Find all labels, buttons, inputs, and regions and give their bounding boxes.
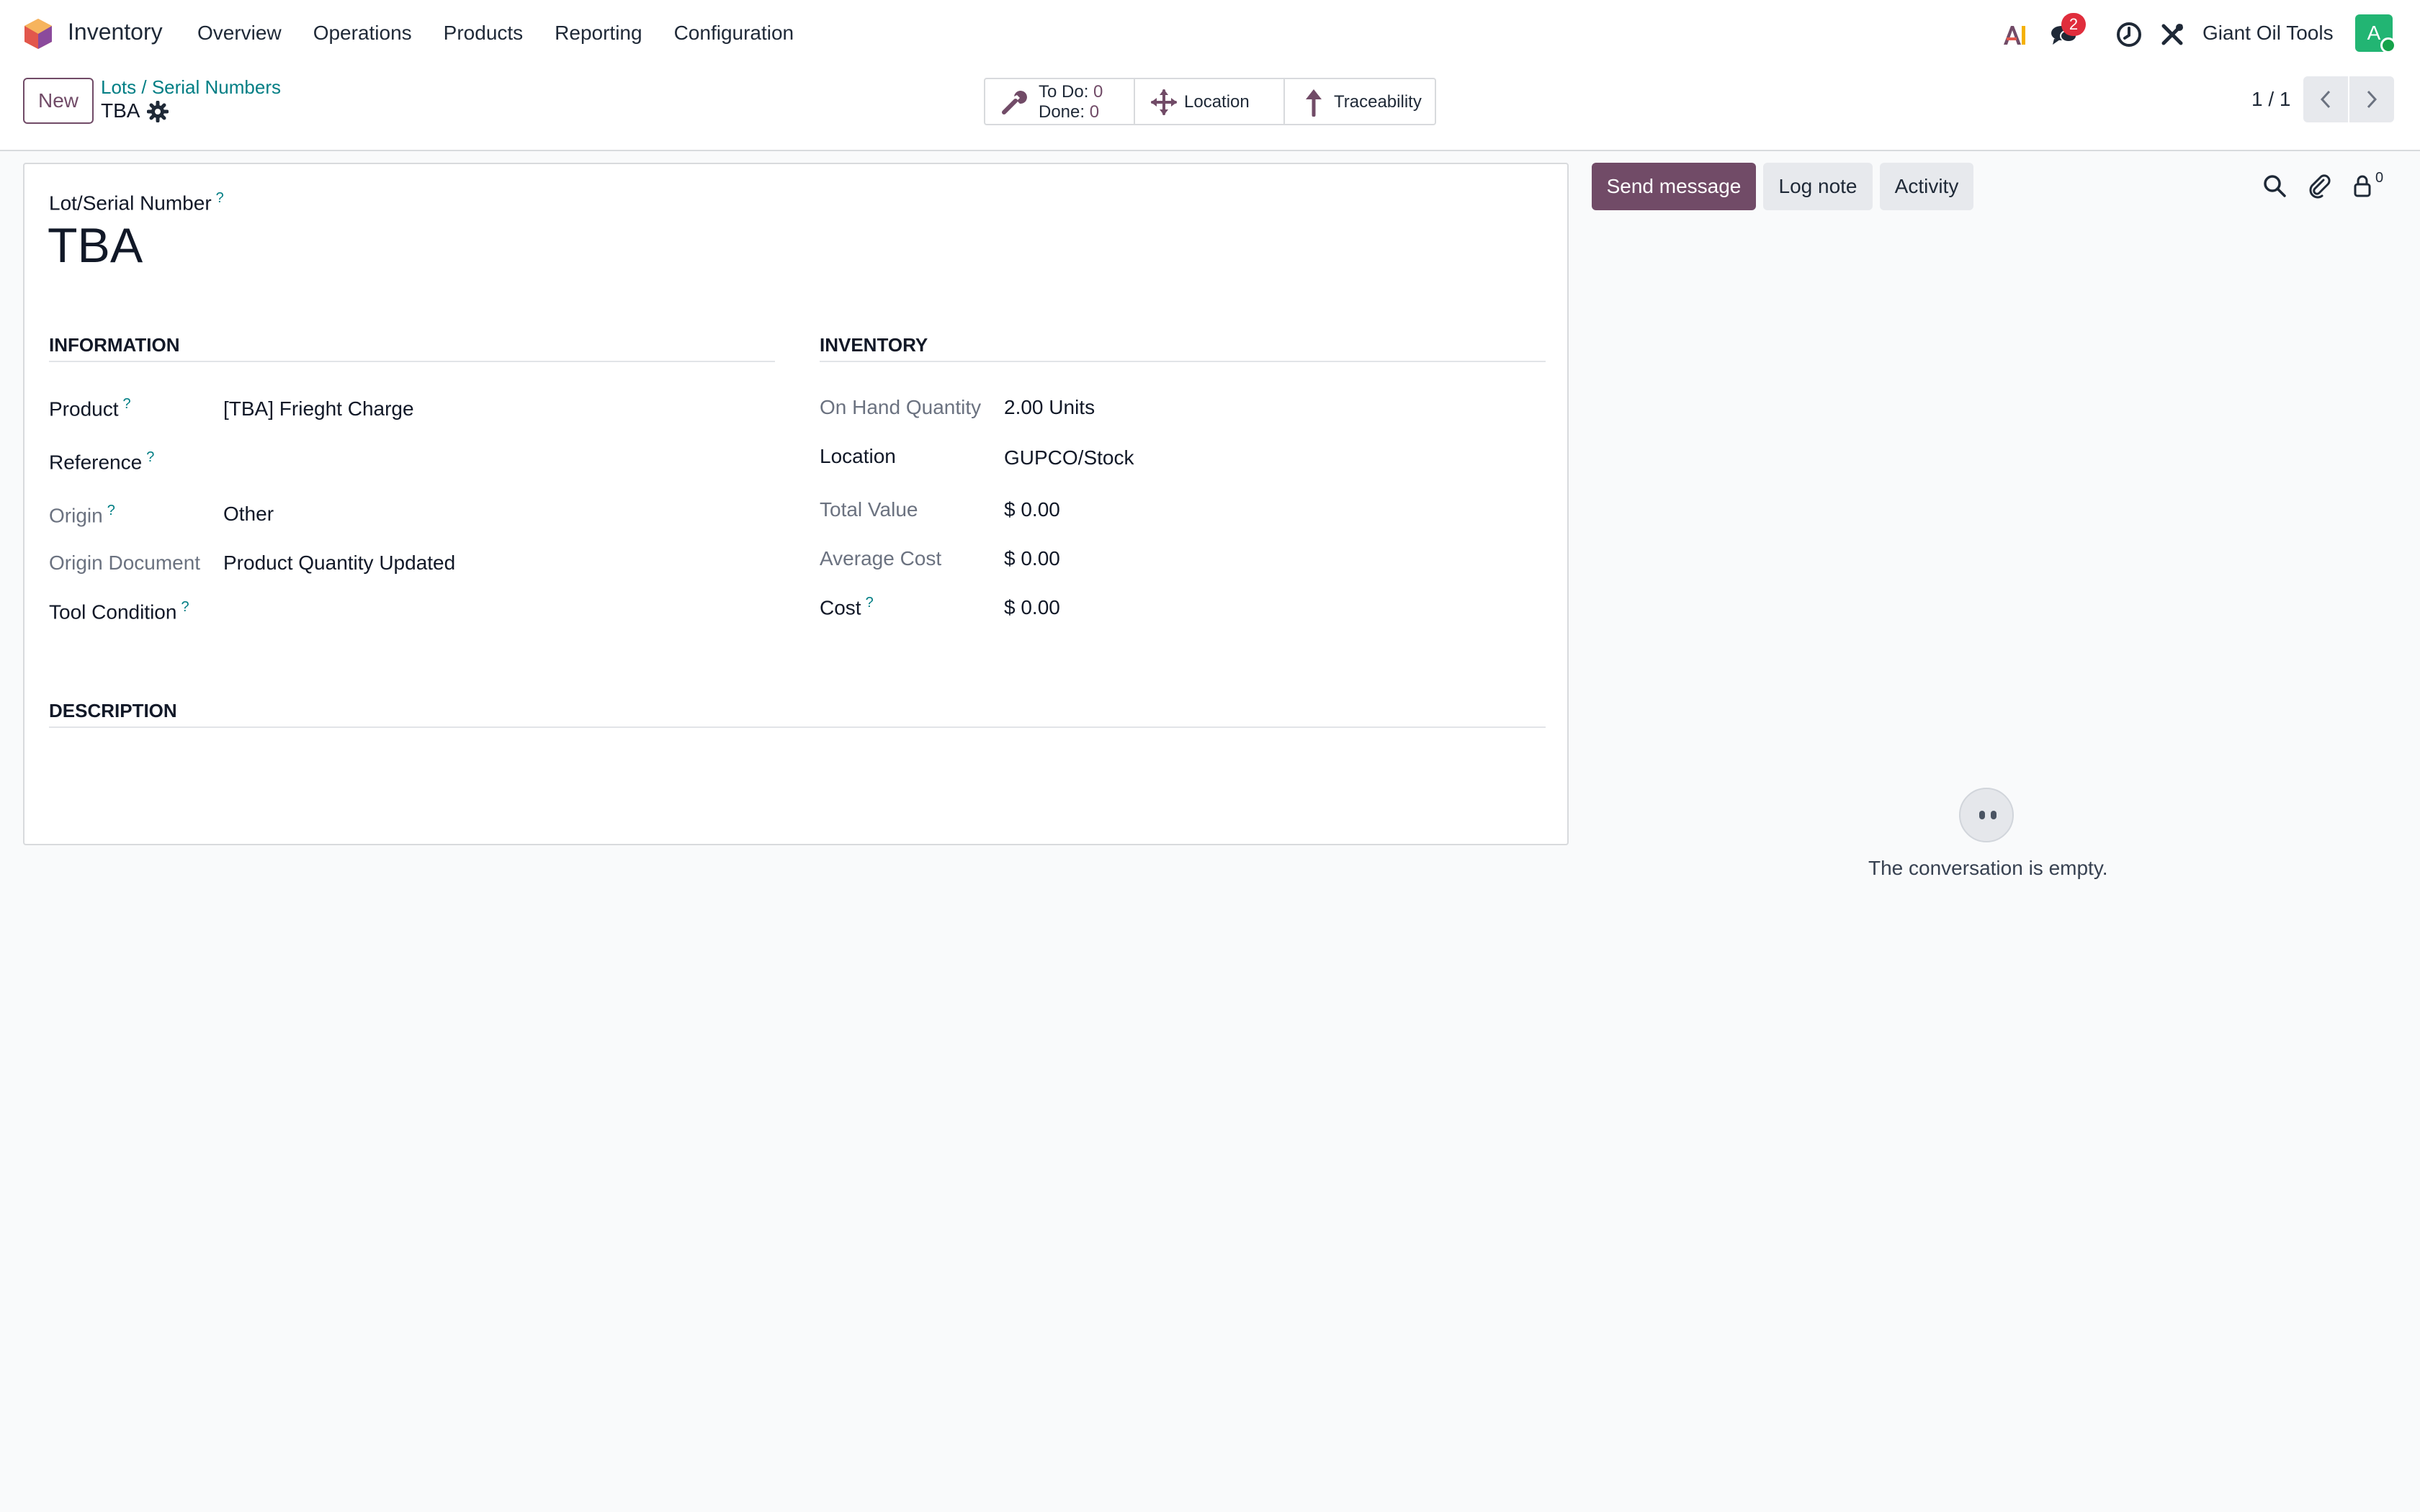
on-hand-quantity-field: 2.00 Units — [1004, 396, 1095, 418]
send-message-button[interactable]: Send message — [1592, 163, 1756, 210]
empty-conversation-icon — [1959, 788, 2014, 842]
face-eye-right — [1991, 811, 1996, 819]
ai-icon[interactable] — [2001, 20, 2030, 49]
tool-condition-label: Tool Condition? — [49, 599, 189, 624]
follower-icon[interactable] — [2349, 173, 2375, 199]
todo-label: To Do: — [1039, 82, 1089, 102]
help-tooltip[interactable]: ? — [181, 599, 189, 615]
smart-buttons: To Do: 0 Done: 0 Location Traceability — [984, 78, 1436, 125]
total-value-field: $ 0.00 — [1004, 498, 1060, 521]
information-section-title: INFORMATION — [49, 334, 775, 362]
follower-count: 0 — [2375, 170, 2384, 186]
cost-label: Cost? — [820, 595, 874, 619]
inventory-section-title: INVENTORY — [820, 334, 1546, 362]
total-value-label: Total Value — [820, 498, 918, 521]
activity-button[interactable]: Activity — [1880, 163, 1973, 210]
paperclip-icon[interactable] — [2306, 173, 2332, 199]
help-tooltip[interactable]: ? — [216, 190, 224, 206]
face-eye-left — [1979, 811, 1985, 819]
product-field[interactable]: [TBA] Frieght Charge — [223, 397, 414, 420]
todo-done-button[interactable]: To Do: 0 Done: 0 — [985, 79, 1135, 124]
menu-operations[interactable]: Operations — [313, 22, 412, 45]
lot-serial-number-label-text: Lot/Serial Number — [49, 192, 212, 215]
pager-value[interactable]: 1 / 1 — [2251, 88, 2290, 111]
breadcrumb-current-record: TBA — [101, 99, 140, 122]
arrow-up-icon — [1306, 89, 1322, 117]
chevron-left-icon — [2320, 90, 2331, 109]
average-cost-label: Average Cost — [820, 547, 942, 570]
move-arrows-icon — [1151, 89, 1177, 115]
location-label: Location — [1184, 92, 1250, 112]
lot-serial-number-label: Lot/Serial Number? — [49, 190, 224, 215]
done-label: Done: — [1039, 102, 1085, 122]
location-label: Location — [820, 445, 896, 467]
top-navbar: Inventory Overview Operations Products R… — [0, 0, 2420, 66]
todo-value: 0 — [1093, 82, 1103, 102]
search-icon[interactable] — [2262, 173, 2287, 199]
cost-label-text: Cost — [820, 596, 861, 619]
on-hand-quantity-label: On Hand Quantity — [820, 396, 982, 418]
help-tooltip[interactable]: ? — [866, 595, 874, 611]
menu-reporting[interactable]: Reporting — [555, 22, 642, 45]
wrench-icon — [1002, 91, 1027, 114]
pager-next-button[interactable] — [2349, 76, 2394, 122]
tool-condition-label-text: Tool Condition — [49, 600, 177, 624]
origin-document-label: Origin Document — [49, 552, 201, 574]
menu-configuration[interactable]: Configuration — [674, 22, 794, 45]
odoo-logo-icon[interactable] — [23, 17, 53, 50]
origin-document-field: Product Quantity Updated — [223, 552, 456, 574]
origin-label: Origin? — [49, 503, 115, 527]
messages-badge: 2 — [2061, 13, 2086, 36]
location-button[interactable]: Location — [1135, 79, 1285, 124]
menu-products[interactable]: Products — [444, 22, 524, 45]
company-switcher[interactable]: Giant Oil Tools — [2202, 22, 2334, 45]
origin-label-text: Origin — [49, 504, 103, 527]
clock-icon[interactable] — [2115, 20, 2143, 49]
reference-label-text: Reference — [49, 451, 143, 474]
pager-previous-button[interactable] — [2303, 76, 2348, 122]
main-menu: Overview Operations Products Reporting C… — [197, 22, 825, 45]
control-panel: New Lots / Serial Numbers TBA To Do: 0 D… — [0, 66, 2420, 151]
tools-icon[interactable] — [2158, 20, 2187, 49]
traceability-label: Traceability — [1334, 92, 1422, 112]
gear-icon[interactable] — [147, 101, 169, 122]
description-section-title: DESCRIPTION — [49, 700, 1546, 728]
cost-field: $ 0.00 — [1004, 596, 1060, 618]
average-cost-field: $ 0.00 — [1004, 547, 1060, 570]
new-button[interactable]: New — [23, 78, 94, 124]
location-field[interactable]: GUPCO/Stock — [1004, 446, 1134, 469]
help-tooltip[interactable]: ? — [107, 503, 115, 518]
log-note-button[interactable]: Log note — [1763, 163, 1873, 210]
help-tooltip[interactable]: ? — [123, 396, 131, 412]
lot-serial-number-field[interactable]: TBA — [48, 217, 143, 274]
menu-overview[interactable]: Overview — [197, 22, 282, 45]
product-label: Product? — [49, 396, 131, 420]
form-sheet: Lot/Serial Number? TBA INFORMATION INVEN… — [23, 163, 1569, 845]
online-status-dot — [2380, 37, 2396, 53]
product-label-text: Product — [49, 397, 119, 420]
breadcrumb-lots-serial-numbers[interactable]: Lots / Serial Numbers — [101, 76, 281, 99]
chevron-right-icon — [2367, 90, 2378, 109]
origin-field: Other — [223, 503, 274, 525]
traceability-button[interactable]: Traceability — [1285, 79, 1435, 124]
done-value: 0 — [1089, 102, 1100, 122]
empty-conversation-text: The conversation is empty. — [1868, 857, 2108, 879]
app-name[interactable]: Inventory — [68, 19, 163, 45]
reference-label: Reference? — [49, 449, 154, 474]
help-tooltip[interactable]: ? — [146, 449, 154, 465]
